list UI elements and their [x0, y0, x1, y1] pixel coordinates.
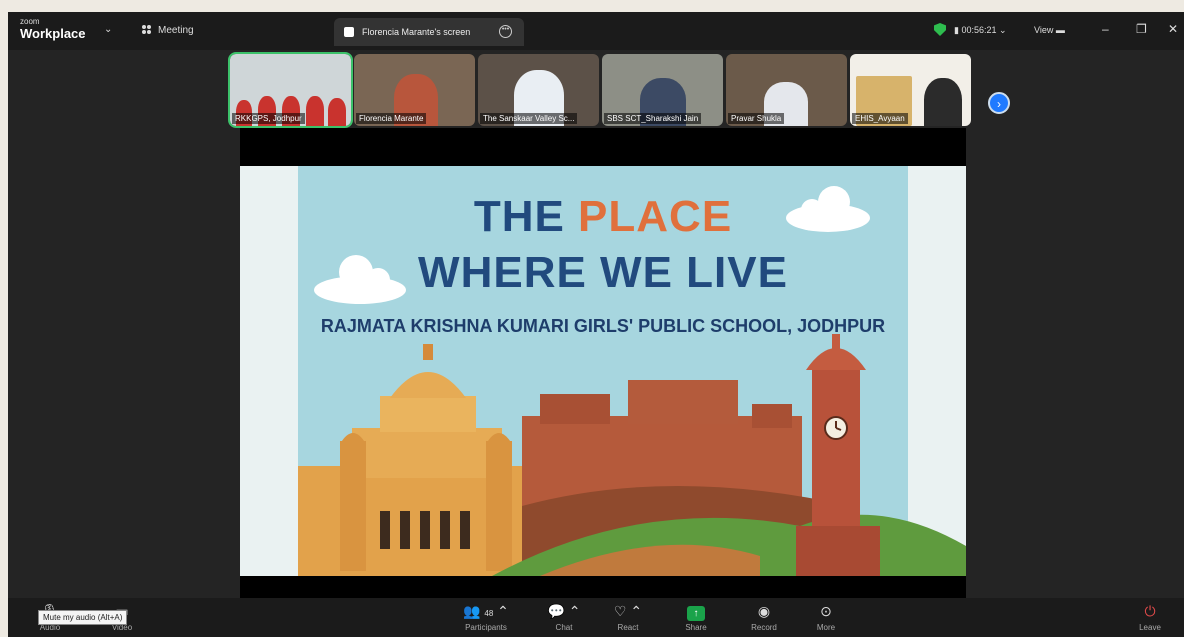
participant-name: Florencia Marante: [356, 113, 427, 124]
leave-button[interactable]: ⏻ Leave: [1122, 601, 1178, 632]
app-logo: zoom Workplace: [20, 17, 86, 41]
brand-big: Workplace: [20, 26, 86, 41]
title-bar: zoom Workplace ⌄ Meeting Florencia Maran…: [8, 12, 1184, 50]
restore-icon[interactable]: ❐: [1136, 22, 1147, 36]
share-label: Share: [685, 623, 707, 632]
more-icon: ⊙: [820, 603, 832, 619]
chat-icon: 💬 ⌃: [547, 603, 581, 619]
meeting-menu[interactable]: Meeting: [142, 25, 194, 36]
more-label: More: [816, 623, 836, 632]
screen-share-icon: [344, 27, 354, 37]
shared-screen-label: Florencia Marante's screen: [362, 27, 471, 37]
view-button[interactable]: View ▬: [1034, 25, 1065, 35]
participant-name: The Sanskaar Valley Sc...: [480, 113, 578, 124]
leave-icon: ⏻: [1144, 603, 1156, 619]
participant-name: EHIS_Avyaan: [852, 113, 908, 124]
slide-title-line2: WHERE WE LIVE: [418, 248, 788, 297]
participants-button[interactable]: 👥 48 ⌃ Participants: [448, 601, 524, 632]
participants-label: Participants: [465, 623, 507, 632]
clock-tower: [796, 334, 880, 576]
title-word-place: PLACE: [578, 192, 733, 241]
participant-tile[interactable]: Pravar Shukla: [726, 54, 847, 126]
meeting-timer[interactable]: ▮ 00:56:21 ⌄: [954, 25, 1007, 36]
react-label: React: [617, 623, 639, 632]
minimize-icon[interactable]: –: [1102, 22, 1109, 36]
presentation-slide: THE PLACE WHERE WE LIVE RAJMATA KRISHNA …: [240, 166, 966, 576]
record-label: Record: [751, 623, 777, 632]
participant-tile[interactable]: Florencia Marante: [354, 54, 475, 126]
zoom-window: zoom Workplace ⌄ Meeting Florencia Maran…: [8, 12, 1184, 637]
share-screen-icon: ↑: [668, 601, 724, 621]
participant-name: Pravar Shukla: [728, 113, 785, 124]
participant-tile[interactable]: EHIS_Avyaan: [850, 54, 971, 126]
participant-name: SBS SCT_Sharakshi Jain: [604, 113, 702, 124]
leave-label: Leave: [1139, 623, 1161, 632]
chat-button[interactable]: 💬 ⌃ Chat: [536, 601, 592, 632]
participant-tile[interactable]: RKKGPS, Jodhpur: [228, 52, 353, 128]
meeting-label: Meeting: [158, 25, 194, 36]
participants-icon: [142, 25, 152, 35]
participant-tile[interactable]: The Sanskaar Valley Sc...: [478, 54, 599, 126]
view-label: View: [1034, 25, 1054, 35]
meeting-toolbar: 🎙 Audio ▭ Video 👥 48 ⌃ Participants 💬 ⌃ …: [8, 598, 1184, 637]
more-options-icon[interactable]: •••: [499, 25, 512, 38]
chevron-down-icon[interactable]: ⌄: [104, 24, 112, 35]
close-icon[interactable]: ✕: [1168, 22, 1178, 36]
participant-strip: RKKGPS, Jodhpur Florencia Marante The Sa…: [228, 52, 975, 128]
participants-count: 48: [484, 609, 494, 618]
record-button[interactable]: ◉ Record: [736, 601, 792, 632]
chat-label: Chat: [555, 623, 573, 632]
slide-title-line1: THE PLACE: [240, 192, 966, 242]
participants-icon: 👥 48 ⌃: [463, 603, 509, 619]
shared-screen: THE PLACE WHERE WE LIVE RAJMATA KRISHNA …: [240, 128, 966, 598]
share-button[interactable]: ↑ Share: [668, 601, 724, 632]
shared-screen-tab[interactable]: Florencia Marante's screen •••: [334, 18, 524, 46]
participant-tile[interactable]: SBS SCT_Sharakshi Jain: [602, 54, 723, 126]
next-page-icon[interactable]: ›: [988, 92, 1010, 114]
participant-name: RKKGPS, Jodhpur: [232, 113, 305, 124]
security-shield-icon[interactable]: [934, 23, 946, 36]
timer-value: 00:56:21: [961, 25, 997, 35]
slide-subtitle: RAJMATA KRISHNA KUMARI GIRLS' PUBLIC SCH…: [320, 316, 886, 336]
mute-tooltip: Mute my audio (Alt+A): [38, 610, 128, 625]
title-word-the: THE: [473, 192, 565, 241]
brand-small: zoom: [20, 17, 40, 26]
heart-icon: ♡ ⌃: [613, 603, 643, 619]
record-icon: ◉: [757, 603, 771, 619]
react-button[interactable]: ♡ ⌃ React: [600, 601, 656, 632]
more-button[interactable]: ⊙ More: [798, 601, 854, 632]
